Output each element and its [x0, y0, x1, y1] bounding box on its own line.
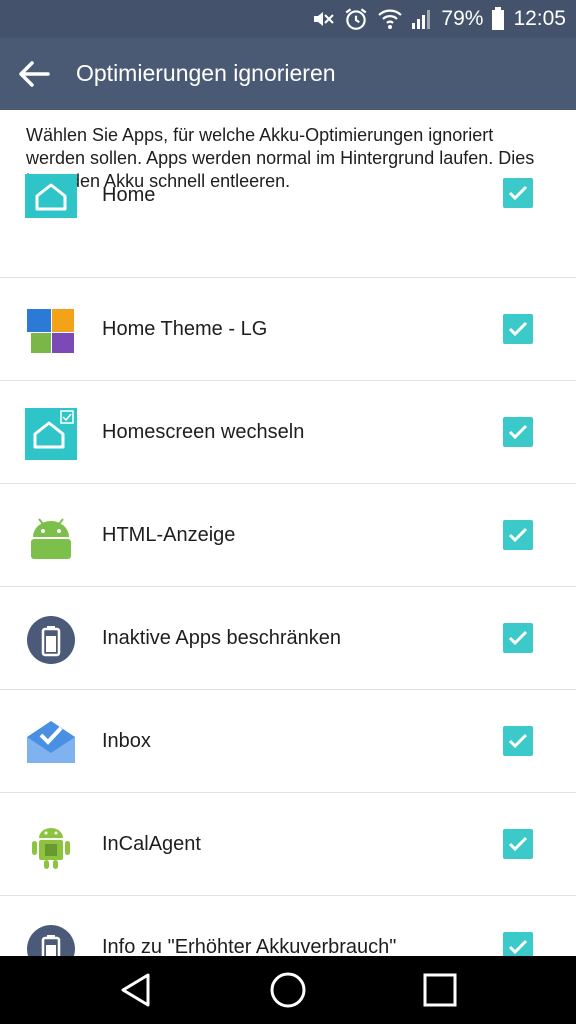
app-list: Home Home Theme - LG Homescreen wechseln	[0, 174, 576, 956]
back-button[interactable]	[14, 54, 54, 94]
nav-recents-button[interactable]	[420, 970, 460, 1010]
app-list-content[interactable]: Wählen Sie Apps, für welche Akku-Optimie…	[0, 110, 576, 956]
checkbox[interactable]	[503, 932, 533, 956]
checkmark-icon	[508, 527, 528, 543]
navigation-bar	[0, 956, 576, 1024]
circle-home-icon	[270, 972, 306, 1008]
checkmark-icon	[508, 630, 528, 646]
list-item-label: InCalAgent	[102, 833, 201, 855]
checkmark-icon	[508, 424, 528, 440]
checkmark-icon	[508, 321, 528, 337]
back-arrow-icon	[19, 61, 50, 87]
list-item-label: HTML-Anzeige	[102, 524, 236, 546]
battery-status-icon	[491, 7, 505, 31]
page-title: Optimierungen ignorieren	[76, 60, 336, 86]
list-item-incalagent[interactable]: InCalAgent	[0, 793, 576, 896]
list-item-homescreen-switch[interactable]: Homescreen wechseln	[0, 381, 576, 484]
list-item-label: Inbox	[102, 730, 151, 752]
checkbox[interactable]	[503, 417, 533, 447]
home-icon	[25, 174, 77, 226]
checkbox[interactable]	[503, 314, 533, 344]
list-item-home-theme[interactable]: Home Theme - LG	[0, 278, 576, 381]
alarm-icon	[343, 6, 369, 32]
status-bar: 79% 12:05	[0, 0, 576, 38]
clock: 12:05	[513, 7, 566, 30]
app-bar: Optimierungen ignorieren	[0, 38, 576, 110]
checkmark-icon	[508, 185, 528, 201]
battery-icon	[25, 923, 77, 956]
android-robot-icon	[25, 820, 77, 872]
triangle-back-icon	[121, 973, 150, 1007]
list-item-label: Home Theme - LG	[102, 318, 268, 340]
checkbox[interactable]	[503, 520, 533, 550]
list-item-home[interactable]: Home	[0, 174, 576, 278]
list-item-restrict-inactive-apps[interactable]: Inaktive Apps beschränken	[0, 587, 576, 690]
square-recents-icon	[423, 973, 457, 1007]
homescreen-switch-icon	[25, 408, 77, 460]
checkbox[interactable]	[503, 829, 533, 859]
wifi-icon	[377, 8, 403, 30]
inbox-icon	[25, 717, 77, 769]
mute-icon	[311, 7, 335, 31]
nav-home-button[interactable]	[268, 970, 308, 1010]
list-item-label: Info zu "Erhöhter Akkuverbrauch"	[102, 936, 397, 956]
list-item-html-viewer[interactable]: HTML-Anzeige	[0, 484, 576, 587]
checkbox[interactable]	[503, 623, 533, 653]
nav-back-button[interactable]	[116, 970, 156, 1010]
battery-icon	[25, 614, 77, 666]
checkmark-icon	[508, 733, 528, 749]
list-item-label: Homescreen wechseln	[102, 421, 305, 443]
checkbox[interactable]	[503, 726, 533, 756]
signal-icon	[411, 8, 433, 30]
list-item-inbox[interactable]: Inbox	[0, 690, 576, 793]
list-item-label: Inaktive Apps beschränken	[102, 627, 342, 649]
battery-percent: 79%	[441, 7, 484, 30]
android-icon	[25, 511, 77, 563]
home-theme-icon	[25, 305, 77, 357]
checkbox[interactable]	[503, 178, 533, 208]
checkmark-icon	[508, 836, 528, 852]
checkmark-icon	[508, 939, 528, 955]
list-item-high-battery-usage-info[interactable]: Info zu "Erhöhter Akkuverbrauch"	[0, 896, 576, 956]
list-item-label: Home	[102, 184, 156, 206]
